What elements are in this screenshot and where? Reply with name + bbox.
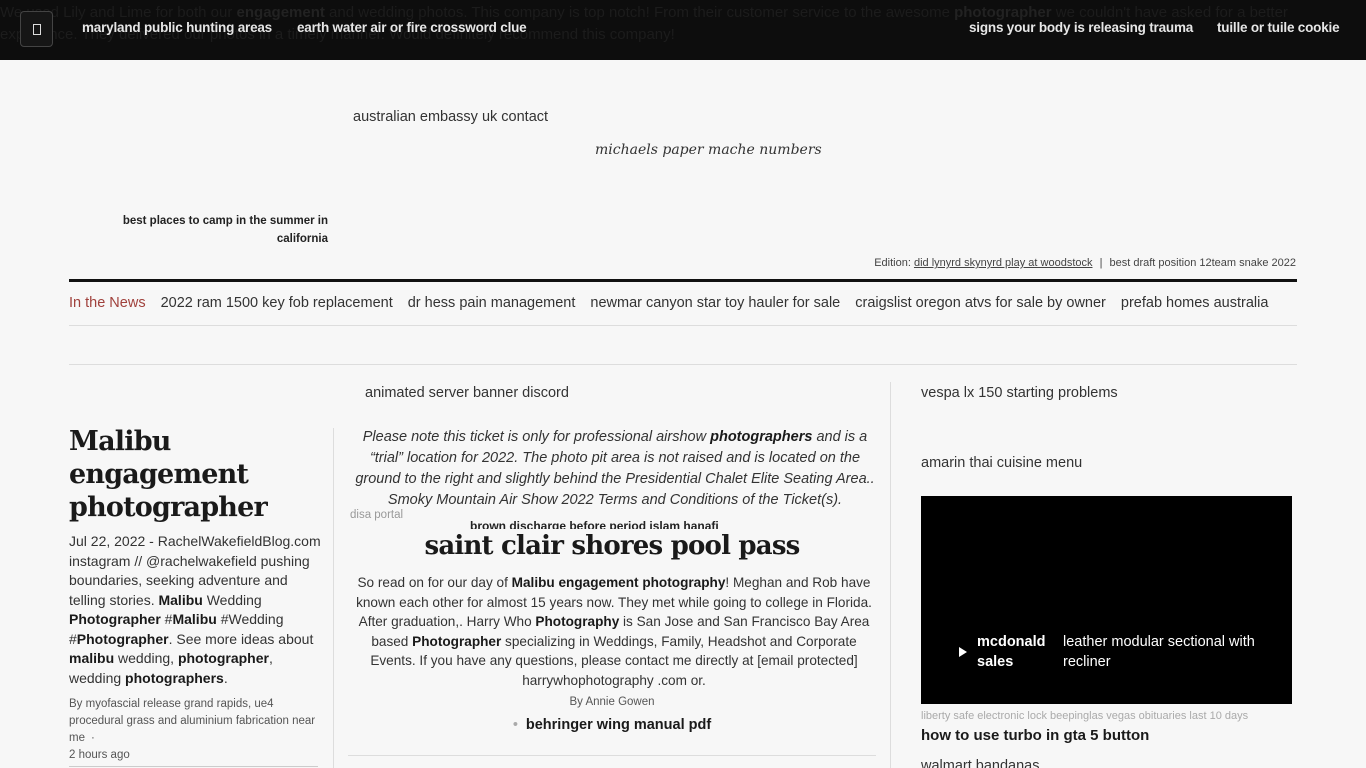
center-summary-keyword: Photographer — [412, 633, 502, 649]
lead-summary-text: . See more ideas about — [168, 630, 314, 647]
video-player[interactable]: mcdonald sales leather modular sectional… — [921, 496, 1292, 704]
small-link[interactable]: disa portal — [350, 509, 403, 521]
review-keyword: engagement — [236, 4, 325, 21]
center-summary-text: So read on for our day of — [357, 575, 512, 590]
video-caption: liberty safe electronic lock beepinglas … — [921, 710, 1249, 722]
center-summary: So read on for our day of Malibu engagem… — [352, 573, 876, 690]
lead-summary-text: # — [160, 611, 173, 627]
lead-summary-keyword: photographer — [177, 650, 269, 666]
nav-divider — [69, 325, 1297, 326]
lead-summary-text: . — [223, 669, 228, 686]
edition-separator: | — [1099, 257, 1103, 269]
byline-text: By myofascial release grand rapids, ue4 … — [69, 698, 316, 744]
column-divider-left — [333, 428, 334, 768]
menu-icon — [32, 23, 41, 35]
center-summary-keyword: Malibu engagement photography — [511, 575, 726, 590]
nav-item[interactable]: prefab homes australia — [1121, 295, 1269, 311]
center-bottom-rule — [348, 755, 876, 756]
lead-headline[interactable]: Malibu engagement photographer — [69, 425, 321, 524]
masthead-link-c[interactable]: best places to camp in the summer in cal… — [100, 212, 328, 248]
byline-dot: · — [90, 732, 95, 744]
italic-paragraph-keyword: photographers — [710, 429, 813, 445]
related-link[interactable]: • behringer wing manual pdf — [348, 717, 876, 733]
video-description: leather modular sectional with recliner — [1063, 634, 1255, 670]
right-clipped-link[interactable]: walmart bandanas — [921, 758, 1040, 768]
nav-item[interactable]: 2022 ram 1500 key fob replacement — [161, 295, 393, 311]
edition-bar: Edition: did lynyrd skynyrd play at wood… — [874, 257, 1296, 269]
section-divider — [69, 364, 1297, 365]
section-nav: In the News 2022 ram 1500 key fob replac… — [69, 295, 1268, 311]
related-link-text[interactable]: behringer wing manual pdf — [526, 717, 711, 733]
center-italic-paragraph: Please note this ticket is only for prof… — [350, 427, 880, 511]
lead-summary-text: Wedding — [202, 591, 262, 608]
lead-summary-text: wedding, — [114, 650, 178, 666]
lead-summary-keyword: malibu — [69, 650, 115, 666]
lead-story: Malibu engagement photographer Jul 22, 2… — [69, 425, 321, 764]
clipped-title[interactable]: brown discharge before period islam hana… — [470, 515, 719, 529]
right-bold-link[interactable]: how to use turbo in gta 5 button — [921, 727, 1149, 744]
lead-summary-keyword: Photographer — [69, 611, 161, 627]
menu-button[interactable] — [20, 11, 53, 47]
nav-item[interactable]: dr hess pain management — [408, 295, 576, 311]
edition-link[interactable]: did lynyrd skynyrd play at woodstock — [914, 257, 1093, 269]
top-link-2[interactable]: earth water air or fire crossword clue — [297, 20, 527, 35]
right-link-2[interactable]: amarin thai cuisine menu — [921, 455, 1082, 471]
timestamp: 2 hours ago — [69, 749, 130, 761]
lead-summary-keyword: Malibu — [172, 611, 217, 627]
top-navigation-bar: We used Lily and Lime for both our engag… — [0, 0, 1366, 60]
lead-summary-keyword: Photographer — [76, 630, 169, 647]
bullet-icon: • — [512, 717, 518, 733]
masthead-rule — [69, 279, 1297, 282]
edition-extra[interactable]: best draft position 12team snake 2022 — [1109, 257, 1296, 269]
left-bottom-rule — [69, 766, 318, 767]
nav-item-in-the-news[interactable]: In the News — [69, 295, 146, 311]
play-icon[interactable] — [959, 647, 967, 657]
center-headline[interactable]: saint clair shores pool pass — [348, 531, 876, 561]
nav-item[interactable]: newmar canyon star toy hauler for sale — [590, 295, 840, 311]
center-byline: By Annie Gowen — [569, 696, 655, 708]
review-keyword: photographer — [954, 4, 1052, 21]
lead-byline: By myofascial release grand rapids, ue4 … — [69, 696, 321, 764]
center-top-link[interactable]: animated server banner discord — [365, 385, 569, 401]
lead-summary: Jul 22, 2022 - RachelWakefieldBlog.com i… — [69, 532, 321, 688]
nav-item[interactable]: craigslist oregon atvs for sale by owner — [855, 295, 1106, 311]
top-link-4[interactable]: tuille or tuile cookie — [1217, 20, 1340, 35]
top-link-3[interactable]: signs your body is releasing trauma — [969, 20, 1193, 35]
center-summary-keyword: Photography — [535, 614, 620, 629]
right-link-1[interactable]: vespa lx 150 starting problems — [921, 385, 1118, 401]
lead-summary-keyword: Malibu — [158, 591, 203, 608]
masthead-link-b[interactable]: michaels paper mache numbers — [595, 142, 822, 158]
column-divider-right — [890, 382, 891, 768]
review-text: and wedding photos. This company is top … — [324, 4, 955, 21]
italic-paragraph-text: Please note this ticket is only for prof… — [362, 429, 711, 445]
top-link-1[interactable]: maryland public hunting areas — [82, 20, 272, 35]
masthead-link-a[interactable]: australian embassy uk contact — [353, 109, 548, 125]
lead-summary-keyword: photographers — [125, 669, 224, 686]
edition-label: Edition: — [874, 257, 911, 269]
video-title[interactable]: mcdonald sales — [977, 632, 1057, 672]
